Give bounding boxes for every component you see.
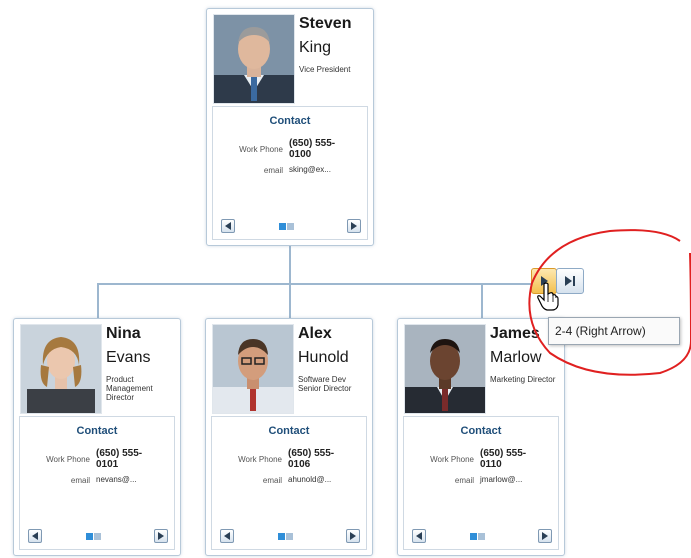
last-name: King [299,39,332,56]
contact-heading: Contact [460,425,502,437]
next-page-button[interactable] [347,219,361,233]
phone-label: Work Phone [46,455,90,464]
employee-card[interactable]: Steven King Vice President Contact Work … [206,8,374,246]
last-name: Evans [106,349,151,366]
contact-heading: Contact [76,425,118,437]
triangle-left-icon [225,222,231,230]
employee-card[interactable]: Nina Evans Product Management Director C… [13,318,181,556]
email-value: nevans@... [96,475,137,484]
triangle-left-icon [224,532,230,540]
contact-heading: Contact [268,425,310,437]
page-dot[interactable] [478,533,485,540]
phone-label: Work Phone [238,455,282,464]
next-page-button[interactable] [346,529,360,543]
connector-horizontal [97,283,531,285]
triangle-right-icon [351,222,357,230]
triangle-left-icon [416,532,422,540]
phone-value: (650) 555-0100 [289,138,336,160]
email-label: email [454,476,474,485]
email-label: email [262,476,282,485]
page-dot[interactable] [94,533,101,540]
page-dot-active[interactable] [470,533,477,540]
contact-panel: Contact Work Phone (650) 555-0100 email … [212,106,368,240]
contact-heading: Contact [269,115,311,127]
connector-mid [289,283,291,319]
job-title: Software Dev Senior Director [298,375,352,393]
page-dot[interactable] [287,223,294,230]
email-label: email [70,476,90,485]
employee-photo [20,324,102,414]
job-title: Product Management Director [106,375,153,402]
next-page-button[interactable] [154,529,168,543]
last-name: Hunold [298,349,349,366]
job-title: Vice President [299,65,351,74]
page-dot-active[interactable] [86,533,93,540]
email-value: sking@ex... [289,165,331,174]
employee-photo [213,14,295,104]
prev-page-button[interactable] [220,529,234,543]
phone-value: (650) 555-0106 [288,448,335,470]
triangle-left-icon [32,532,38,540]
phone-label: Work Phone [430,455,474,464]
first-name: Alex [298,325,332,342]
first-name: Nina [106,325,141,342]
triangle-right-icon [158,532,164,540]
contact-panel: Contact Work Phone (650) 555-0101 email … [19,416,175,550]
connector-right [481,283,483,319]
prev-page-button[interactable] [221,219,235,233]
triangle-right-icon [542,532,548,540]
prev-page-button[interactable] [412,529,426,543]
page-dot-active[interactable] [279,223,286,230]
employee-card[interactable]: Alex Hunold Software Dev Senior Director… [205,318,373,556]
contact-panel: Contact Work Phone (650) 555-0106 email … [211,416,367,550]
email-value: ahunold@... [288,475,332,484]
phone-value: (650) 555-0101 [96,448,143,470]
phone-value: (650) 555-0110 [480,448,527,470]
next-page-button[interactable] [538,529,552,543]
connector-top [289,246,291,284]
first-name: Steven [299,15,352,32]
employee-photo [404,324,486,414]
employee-photo [212,324,294,414]
connector-left [97,283,99,319]
phone-label: Work Phone [239,145,283,154]
page-dot[interactable] [286,533,293,540]
annotation-circle [528,229,691,376]
contact-panel: Contact Work Phone (650) 555-0110 email … [403,416,559,550]
email-label: email [263,166,283,175]
page-dot-active[interactable] [278,533,285,540]
triangle-right-icon [350,532,356,540]
email-value: jmarlow@... [480,475,523,484]
prev-page-button[interactable] [28,529,42,543]
